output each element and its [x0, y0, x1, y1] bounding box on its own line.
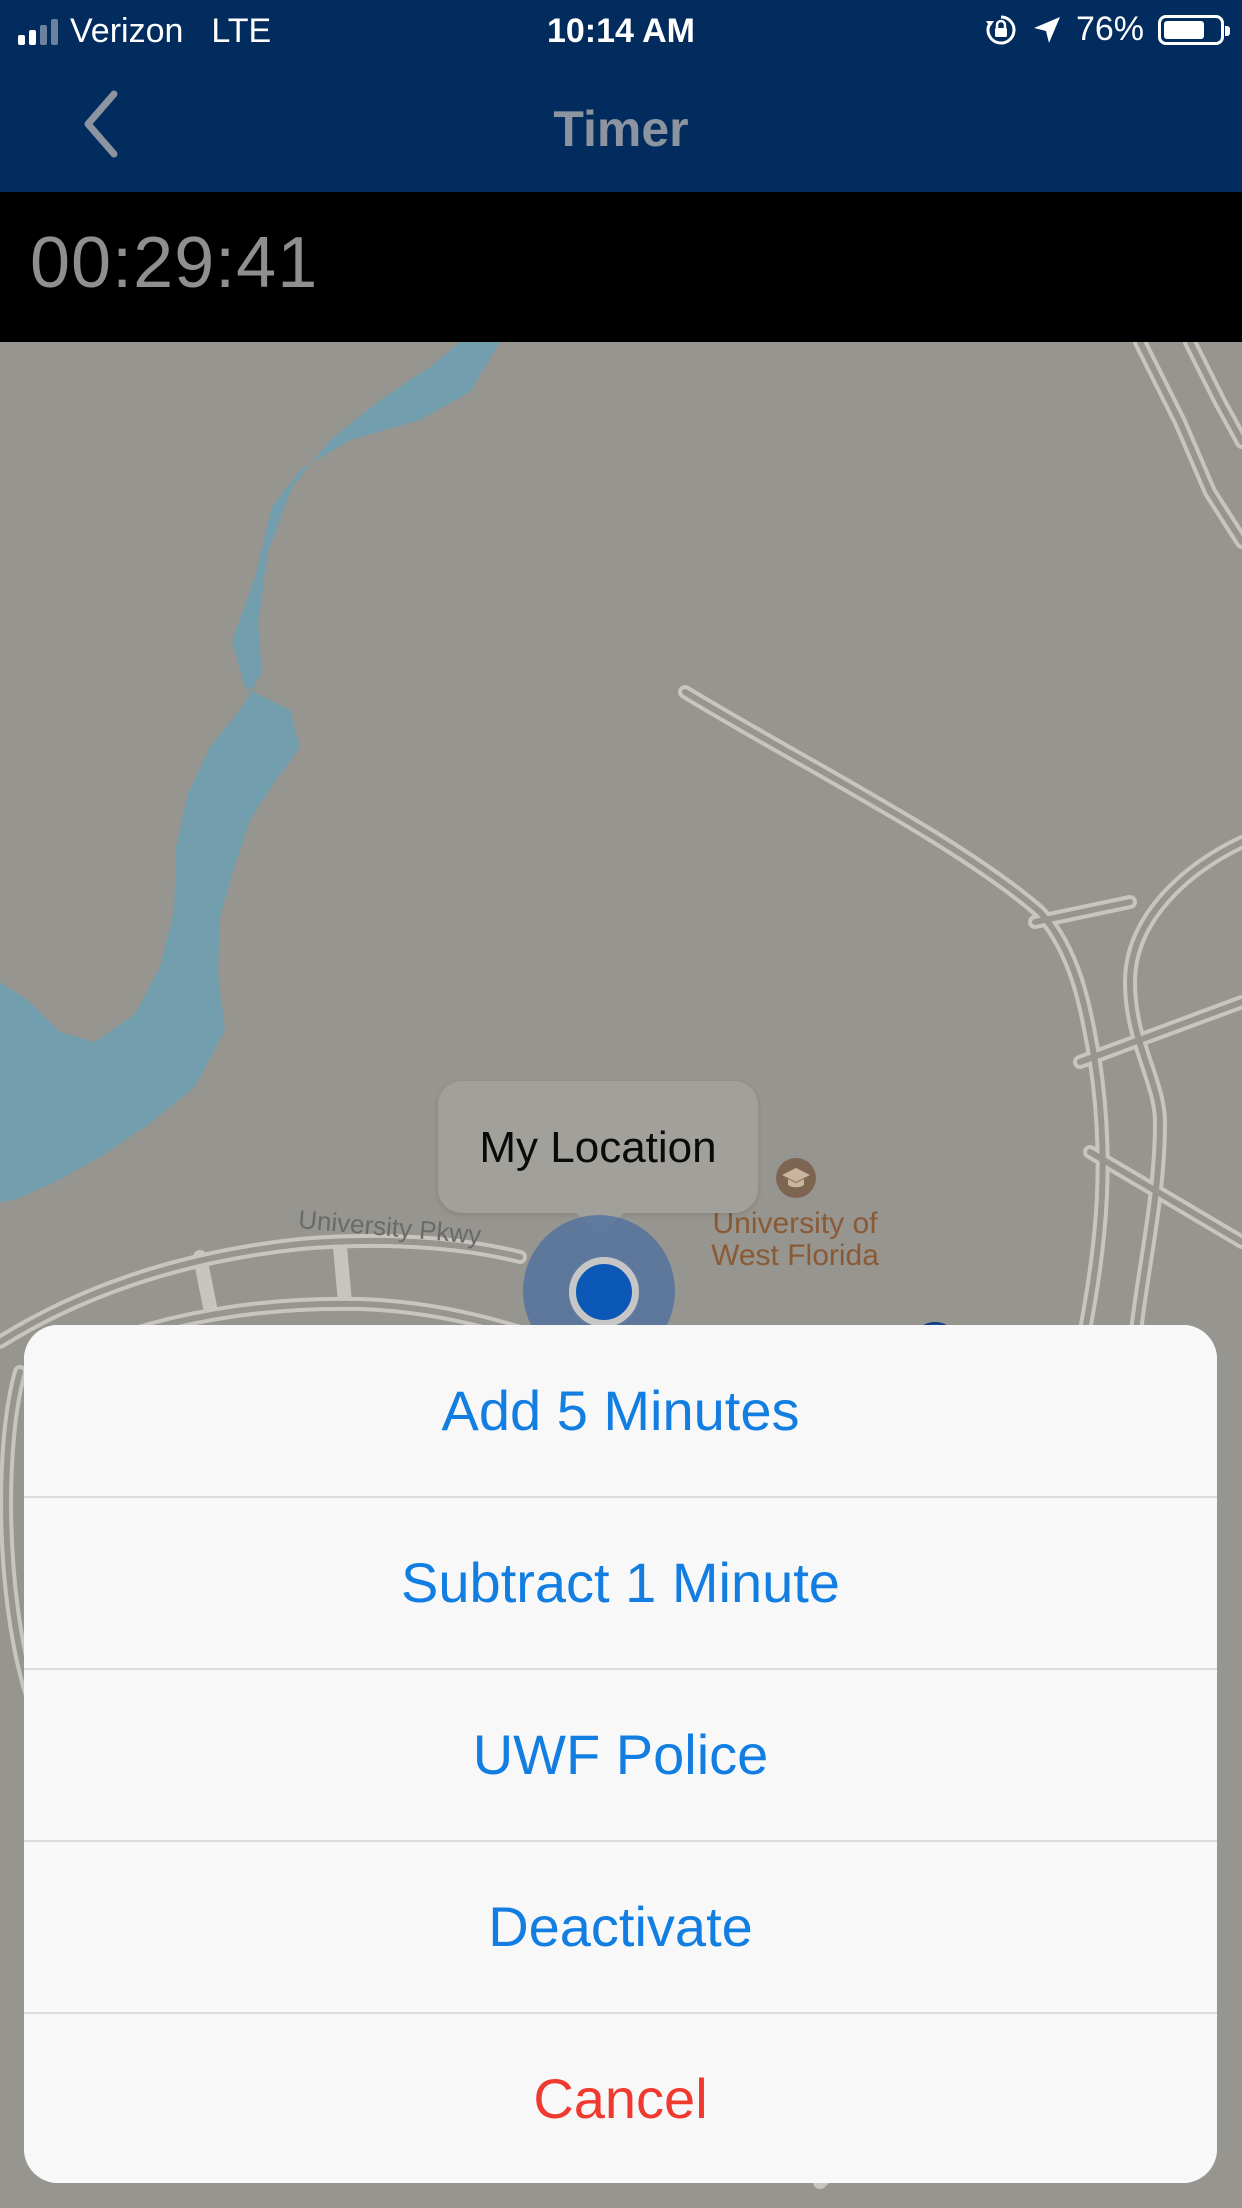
- status-right: 76%: [984, 10, 1230, 49]
- uwf-police-button[interactable]: UWF Police: [24, 1668, 1217, 1839]
- deactivate-button[interactable]: Deactivate: [24, 1840, 1217, 2011]
- orientation-lock-icon: [985, 15, 1016, 44]
- page-title: Timer: [553, 101, 689, 157]
- location-arrow-icon: [1033, 16, 1060, 43]
- callout-text: My Location: [479, 1123, 717, 1172]
- add-5-minutes-button[interactable]: Add 5 Minutes: [24, 1325, 1217, 1496]
- battery-icon: [1158, 14, 1230, 45]
- water-body: [0, 342, 500, 1202]
- timer-value: 00:29:41: [30, 223, 319, 303]
- subtract-1-minute-button[interactable]: Subtract 1 Minute: [24, 1496, 1217, 1667]
- location-callout[interactable]: My Location: [438, 1081, 758, 1237]
- water-inlet: [339, 424, 451, 527]
- poi-label: University of West Florida: [690, 1208, 900, 1272]
- poi-label-line2: West Florida: [711, 1239, 879, 1272]
- cancel-button[interactable]: Cancel: [24, 2012, 1217, 2183]
- nav-bar: Timer: [0, 62, 1242, 192]
- action-sheet: Add 5 Minutes Subtract 1 Minute UWF Poli…: [24, 1325, 1217, 2183]
- battery-level: [1164, 20, 1204, 39]
- timer-bar: 00:29:41: [0, 192, 1242, 342]
- status-bar: Verizon LTE 10:14 AM 76%: [0, 0, 1242, 62]
- battery-percent: 76%: [1075, 10, 1144, 48]
- user-location-dot[interactable]: [569, 1257, 639, 1327]
- graduation-cap-icon: [776, 1158, 816, 1198]
